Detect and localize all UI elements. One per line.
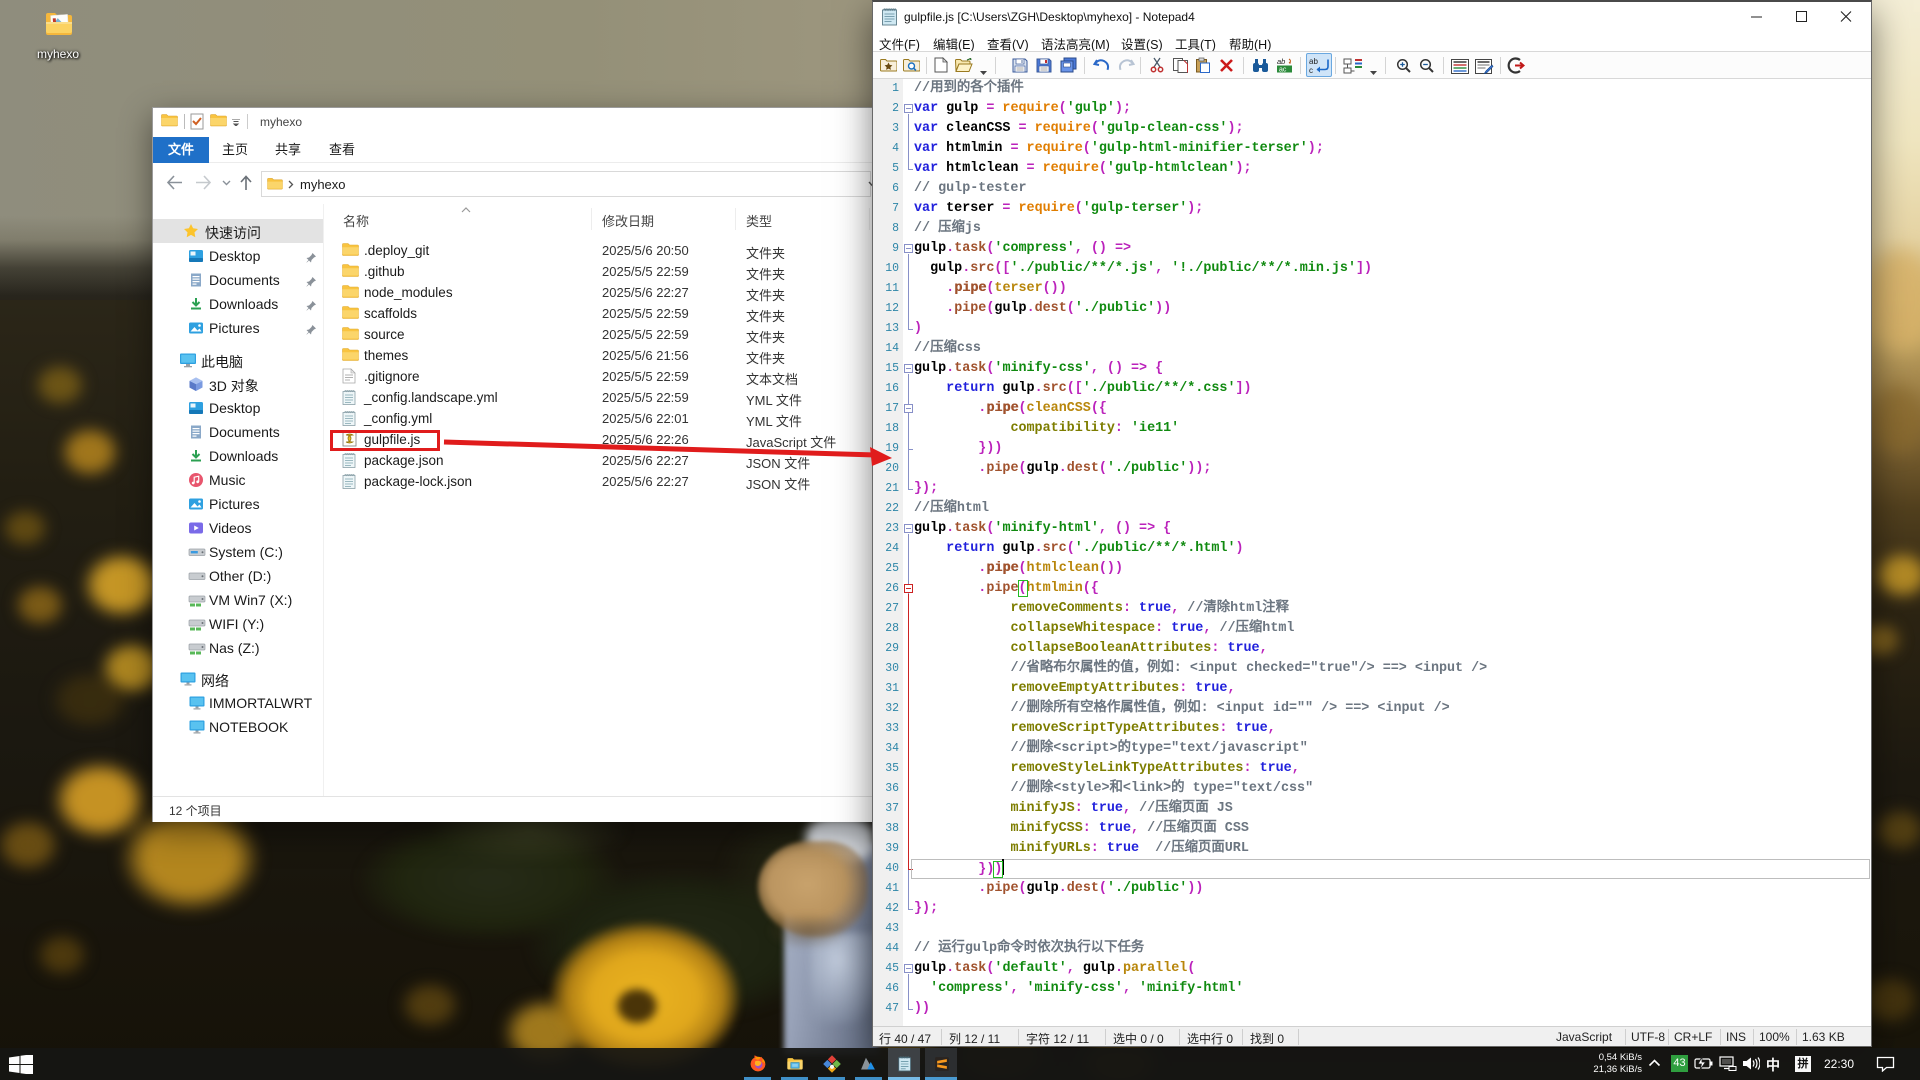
- svg-text:ac: ac: [1279, 67, 1287, 74]
- svg-text:ab: ab: [1277, 57, 1285, 66]
- svg-text:ab: ab: [1309, 57, 1318, 66]
- svg-text:c: c: [1309, 66, 1313, 75]
